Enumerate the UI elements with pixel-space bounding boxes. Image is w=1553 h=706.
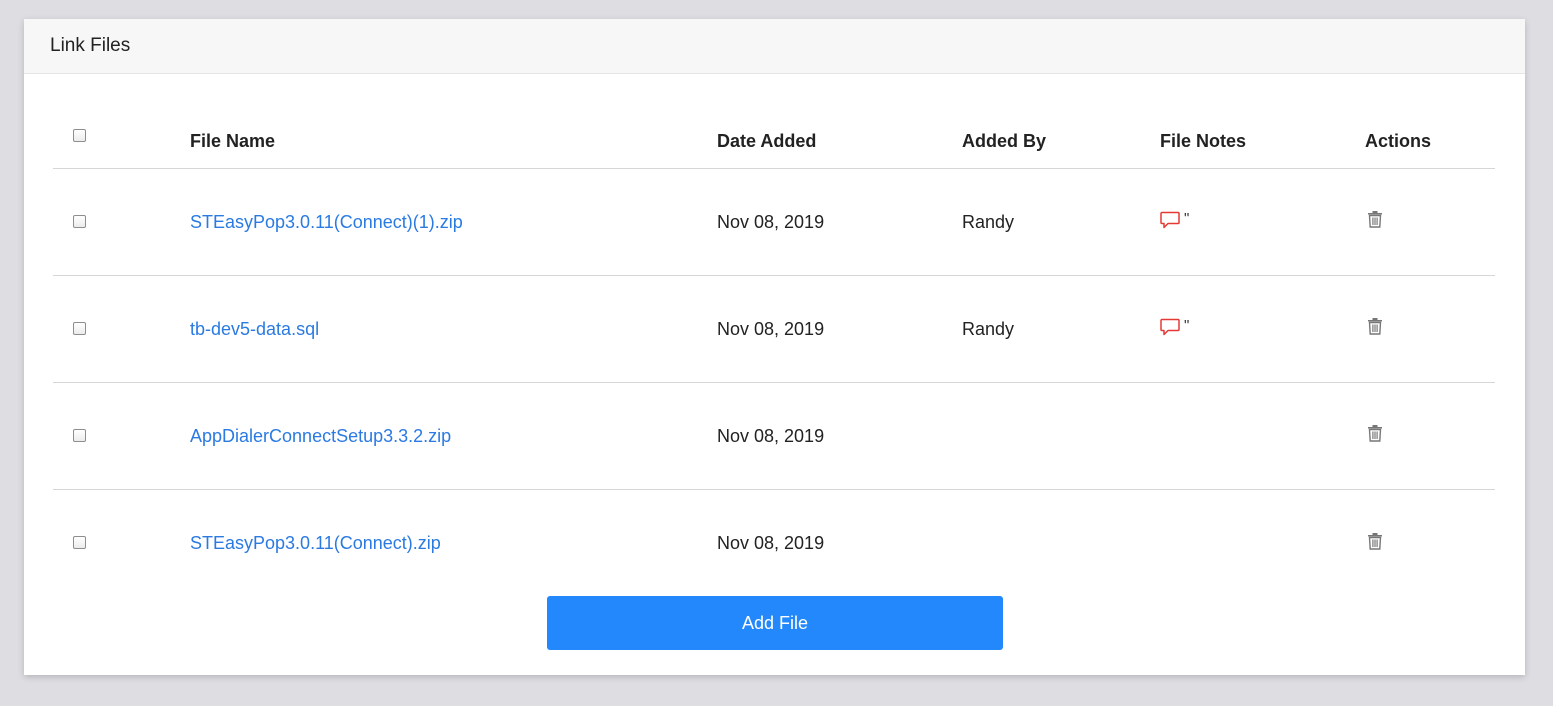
file-notes-button[interactable]: ": [1160, 318, 1189, 336]
table-row: STEasyPop3.0.11(Connect)(1).zip Nov 08, …: [53, 169, 1495, 276]
row-checkbox[interactable]: [73, 428, 86, 442]
table-header-row: File Name Date Added Added By File Notes…: [53, 75, 1495, 169]
header-file-name[interactable]: File Name: [190, 75, 275, 168]
header-actions: Actions: [1365, 131, 1432, 151]
trash-icon: [1368, 532, 1382, 550]
row-checkbox[interactable]: [73, 321, 86, 335]
select-all-checkbox[interactable]: [73, 129, 86, 142]
table-row: STEasyPop3.0.11(Connect).zip Nov 08, 201…: [53, 490, 1495, 597]
delete-button[interactable]: [1367, 317, 1383, 335]
file-name-link[interactable]: AppDialerConnectSetup3.3.2.zip: [190, 426, 451, 447]
delete-button[interactable]: [1367, 424, 1383, 442]
notes-indicator: ": [1184, 316, 1190, 334]
date-added: Nov 08, 2019: [717, 211, 825, 232]
file-name-link[interactable]: STEasyPop3.0.11(Connect)(1).zip: [190, 212, 463, 233]
link-files-panel: Link Files File Name Date Added Added By…: [24, 19, 1525, 675]
files-table: File Name Date Added Added By File Notes…: [53, 75, 1495, 597]
added-by: Randy: [962, 318, 1015, 339]
comment-icon: [1160, 211, 1180, 229]
trash-icon: [1368, 211, 1382, 228]
date-added: Nov 08, 2019: [717, 533, 825, 553]
notes-indicator: ": [1184, 209, 1190, 227]
row-checkbox[interactable]: [73, 536, 86, 549]
comment-icon: [1160, 318, 1180, 336]
header-date-added[interactable]: Date Added: [717, 75, 816, 168]
trash-icon: [1368, 425, 1382, 442]
panel-title: Link Files: [50, 35, 131, 56]
delete-button[interactable]: [1367, 210, 1383, 228]
add-file-button[interactable]: Add File: [547, 596, 1003, 650]
trash-icon: [1368, 318, 1382, 335]
header-added-by[interactable]: Added By: [962, 75, 1046, 168]
header-file-notes: File Notes: [1160, 131, 1247, 151]
added-by: Randy: [962, 211, 1015, 232]
date-added: Nov 08, 2019: [717, 318, 825, 339]
file-notes-button[interactable]: ": [1160, 211, 1189, 229]
date-added: Nov 08, 2019: [717, 425, 825, 446]
file-name-link[interactable]: tb-dev5-data.sql: [190, 319, 319, 340]
table-row: AppDialerConnectSetup3.3.2.zip Nov 08, 2…: [53, 383, 1495, 490]
file-name-link[interactable]: STEasyPop3.0.11(Connect).zip: [190, 533, 441, 554]
panel-header: Link Files: [24, 19, 1525, 74]
table-row: tb-dev5-data.sql Nov 08, 2019 Randy ": [53, 276, 1495, 383]
row-checkbox[interactable]: [73, 214, 86, 228]
delete-button[interactable]: [1367, 532, 1383, 550]
